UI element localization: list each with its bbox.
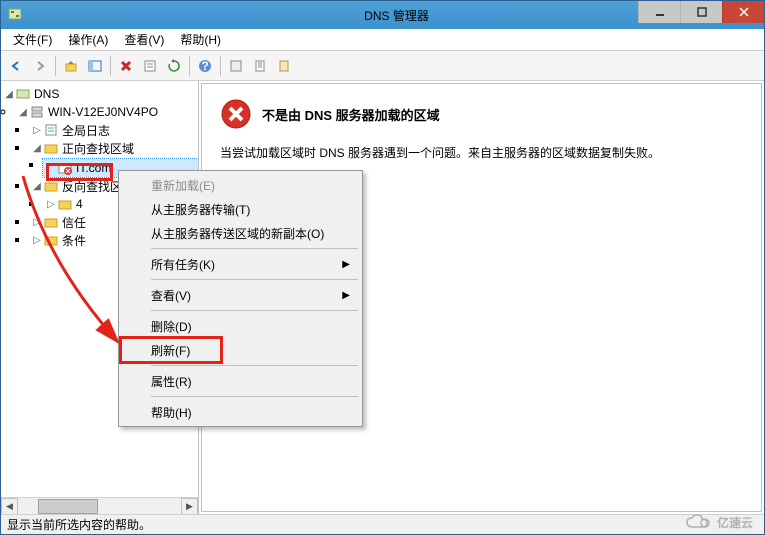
tool-button-2[interactable] [249,55,271,77]
body: ◢ DNS ◢ WIN-V12EJ0NV4PO ▷ 全局日志 [1,81,764,514]
cm-label: 从主服务器传输(T) [151,201,250,218]
error-line: 当尝试加载区域时 DNS 服务器遇到一个问题。来自主服务器的区域数据复制失败。 [220,144,743,163]
properties-button[interactable] [139,55,161,77]
folder-icon [43,140,59,156]
tree-label: 条件 [62,232,86,249]
svg-text:?: ? [201,59,208,73]
close-button[interactable] [722,1,764,23]
tool-button-3[interactable] [273,55,295,77]
toolbar-separator [220,56,221,76]
forward-button[interactable] [29,55,51,77]
tree-node-server[interactable]: ◢ WIN-V12EJ0NV4PO [15,103,198,121]
cm-transfer-from-master[interactable]: 从主服务器传输(T) [121,197,360,221]
twisty-icon[interactable]: ◢ [31,143,43,154]
watermark-text: 亿速云 [717,514,753,531]
tree-label: DNS [34,87,59,101]
tree-label: IT.com [76,161,111,175]
delete-button[interactable] [115,55,137,77]
toolbar: ? [1,51,764,81]
cm-separator [151,396,358,397]
cm-label: 重新加载(E) [151,177,215,194]
back-button[interactable] [5,55,27,77]
cm-all-tasks[interactable]: 所有任务(K) ▶ [121,252,360,276]
titlebar[interactable]: DNS 管理器 [1,1,764,29]
twisty-icon[interactable]: ▷ [31,217,43,228]
scroll-left-button[interactable]: ◀ [1,498,18,514]
cm-delete[interactable]: 删除(D) [121,314,360,338]
zone-error-icon [57,160,73,176]
tool-button-1[interactable] [225,55,247,77]
cm-reload: 重新加载(E) [121,173,360,197]
toolbar-separator [189,56,190,76]
cm-view[interactable]: 查看(V) ▶ [121,283,360,307]
maximize-button[interactable] [680,1,722,23]
tree-node-forward-zones[interactable]: ◢ 正向查找区域 [29,139,198,157]
statusbar: 显示当前所选内容的帮助。 [1,514,764,534]
submenu-arrow-icon: ▶ [342,259,350,270]
folder-icon [43,232,59,248]
menubar: 文件(F) 操作(A) 查看(V) 帮助(H) [1,29,764,51]
cm-separator [151,310,358,311]
cm-label: 帮助(H) [151,404,192,421]
context-menu: 重新加载(E) 从主服务器传输(T) 从主服务器传送区域的新副本(O) 所有任务… [118,170,363,427]
toolbar-separator [110,56,111,76]
twisty-icon[interactable]: ◢ [17,107,29,118]
app-window: DNS 管理器 文件(F) 操作(A) 查看(V) 帮助(H) ? [0,0,765,535]
menu-view[interactable]: 查看(V) [116,29,172,50]
window-buttons [638,1,764,23]
error-icon [220,98,252,130]
help-button[interactable]: ? [194,55,216,77]
cm-properties[interactable]: 属性(R) [121,369,360,393]
menu-help[interactable]: 帮助(H) [172,29,229,50]
horizontal-scrollbar[interactable]: ◀ ▶ [1,497,198,514]
cm-label: 所有任务(K) [151,256,215,273]
dns-icon [15,86,31,102]
toolbar-separator [55,56,56,76]
logs-icon [43,122,59,138]
minimize-button[interactable] [638,1,680,23]
cloud-icon [685,513,713,531]
cm-label: 查看(V) [151,287,191,304]
tree-label: WIN-V12EJ0NV4PO [48,105,158,119]
folder-icon [43,214,59,230]
menu-action[interactable]: 操作(A) [60,29,116,50]
error-header: 不是由 DNS 服务器加载的区域 [220,98,743,130]
submenu-arrow-icon: ▶ [342,290,350,301]
tree-label: 4 [76,197,83,211]
up-button[interactable] [60,55,82,77]
cm-refresh[interactable]: 刷新(F) [121,338,360,362]
tree-label: 全局日志 [62,122,110,139]
cm-new-copy-from-master[interactable]: 从主服务器传送区域的新副本(O) [121,221,360,245]
cm-label: 从主服务器传送区域的新副本(O) [151,225,324,242]
show-hide-tree-button[interactable] [84,55,106,77]
app-icon [7,7,23,23]
twisty-icon[interactable]: ◢ [3,89,15,100]
cm-label: 属性(R) [151,373,192,390]
tree-label: 信任 [62,214,86,231]
scroll-right-button[interactable]: ▶ [181,498,198,514]
twisty-icon[interactable]: ▷ [31,235,43,246]
cm-separator [151,365,358,366]
error-title: 不是由 DNS 服务器加载的区域 [262,105,440,124]
tree-node-global-logs[interactable]: ▷ 全局日志 [29,121,198,139]
twisty-icon[interactable]: ◢ [31,181,43,192]
twisty-icon[interactable]: ▷ [45,199,57,210]
server-icon [29,104,45,120]
watermark: 亿速云 [685,513,753,531]
cm-help[interactable]: 帮助(H) [121,400,360,424]
cm-label: 删除(D) [151,318,192,335]
scroll-thumb[interactable] [38,499,98,514]
tree-label: 正向查找区域 [62,140,134,157]
cm-separator [151,248,358,249]
folder-icon [43,178,59,194]
refresh-button[interactable] [163,55,185,77]
cm-label: 刷新(F) [151,342,190,359]
status-text: 显示当前所选内容的帮助。 [7,516,151,533]
menu-file[interactable]: 文件(F) [5,29,60,50]
cm-separator [151,279,358,280]
folder-icon [57,196,73,212]
tree-node-dns[interactable]: ◢ DNS [1,85,198,103]
twisty-icon[interactable]: ▷ [31,125,43,136]
